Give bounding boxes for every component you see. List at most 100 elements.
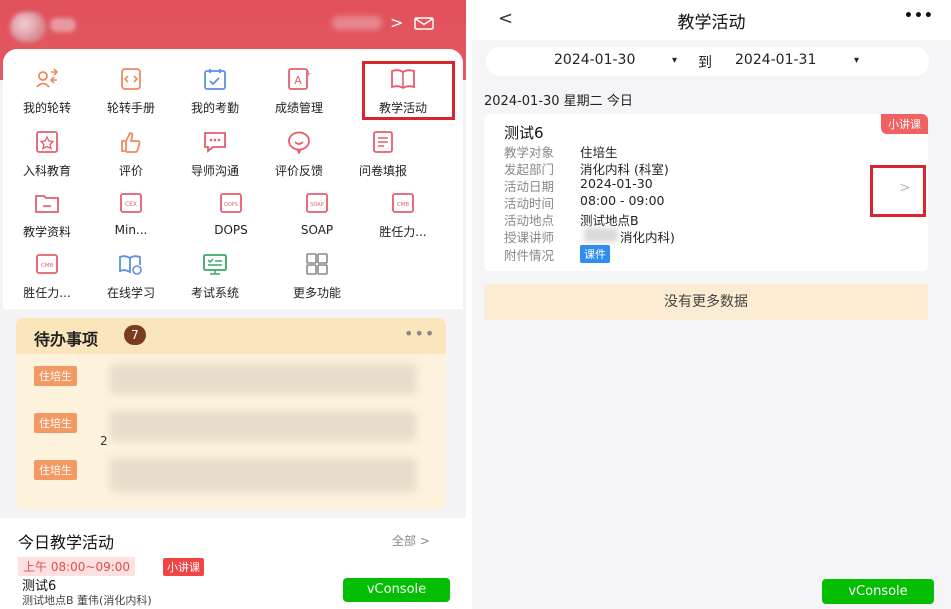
- soap-icon: SOAP: [306, 193, 328, 213]
- menu-label: 教学资料: [22, 225, 71, 239]
- section-title: 今日教学活动: [18, 533, 115, 552]
- chevron-down-icon[interactable]: ▾: [672, 55, 677, 66]
- menu-label: 胜任力...: [23, 286, 71, 300]
- todo-number: 2: [100, 434, 108, 448]
- more-icon[interactable]: •••: [904, 8, 934, 24]
- header-info-blurred: [332, 16, 382, 30]
- view-all-link[interactable]: 全部 >: [392, 532, 430, 549]
- svg-text:CMB: CMB: [41, 263, 54, 269]
- menu-item-mentor-communication[interactable]: 导师沟通: [173, 130, 257, 179]
- menu-item-questionnaire[interactable]: 问卷填报: [341, 130, 425, 179]
- mail-icon[interactable]: [414, 17, 434, 30]
- menu-label: 更多功能: [292, 286, 341, 300]
- day-header: 2024-01-30 星期二 今日: [484, 94, 633, 109]
- menu-label: 在线学习: [106, 286, 155, 300]
- time-tag: 上午 08:00~09:00: [18, 557, 136, 576]
- lecturer-name-blurred: [584, 228, 618, 242]
- more-grid-icon: [306, 253, 328, 275]
- svg-text:DOPS: DOPS: [224, 202, 238, 208]
- dops-icon: DOPS: [220, 193, 242, 213]
- menu-item-teaching-materials[interactable]: 教学资料: [5, 191, 89, 240]
- date-to[interactable]: 2024-01-31: [735, 52, 816, 68]
- activity-location: 测试地点B 董伟(消化内科): [22, 594, 152, 607]
- menu-label: 评价反馈: [274, 164, 323, 178]
- highlight-box: [870, 165, 926, 217]
- highlight-box: [362, 61, 455, 120]
- menu-item-grade-management[interactable]: A + 成绩管理: [257, 67, 341, 116]
- date-from[interactable]: 2024-01-30: [554, 52, 635, 68]
- cex-icon: CEX: [120, 193, 142, 213]
- menu-item-entry-education[interactable]: 入科教育: [5, 130, 89, 179]
- cmb-icon: CMB: [36, 254, 58, 274]
- todo-tag: 住培生: [34, 460, 77, 480]
- home-screen: > 我的轮转 轮转手册 我的考勤 A + 成绩管理 教学活动 入科教育 评价 导师…: [0, 0, 466, 609]
- todo-title: 待办事项: [34, 330, 99, 349]
- lecture-tag: 小讲课: [881, 114, 928, 134]
- svg-text:SOAP: SOAP: [310, 202, 323, 208]
- activity-name: 测试6: [504, 124, 544, 142]
- to-label: 到: [698, 55, 712, 71]
- attachment-tag[interactable]: 课件: [580, 245, 610, 263]
- chevron-down-icon[interactable]: ▾: [854, 55, 859, 66]
- menu-label: DOPS: [214, 223, 248, 237]
- menu-item-soap[interactable]: SOAP SOAP: [275, 191, 359, 237]
- menu-item-dops[interactable]: DOPS DOPS: [189, 191, 273, 237]
- menu-item-rotation-manual[interactable]: 轮转手册: [89, 67, 173, 116]
- menu-label: SOAP: [300, 223, 334, 237]
- thumbs-up-icon: [121, 132, 141, 153]
- menu-item-evaluation[interactable]: 评价: [89, 130, 173, 179]
- lecture-tag: 小讲课: [163, 558, 204, 576]
- menu-item-exam-system[interactable]: 考试系统: [173, 252, 257, 301]
- chat-icon: [204, 132, 226, 153]
- entry-education-icon: [36, 131, 58, 153]
- menu-label: 导师沟通: [190, 164, 239, 178]
- cmb-icon: CMB: [392, 193, 414, 213]
- no-more-data: 没有更多数据: [484, 284, 928, 320]
- grade-icon: A+: [288, 68, 312, 90]
- menu-item-online-learning[interactable]: 在线学习: [89, 252, 173, 301]
- menu-item-competency-2[interactable]: CMB 胜任力...: [5, 252, 89, 301]
- vconsole-button[interactable]: vConsole: [343, 578, 450, 602]
- questionnaire-icon: [373, 131, 393, 153]
- exam-icon: [203, 254, 227, 275]
- menu-label: 轮转手册: [106, 101, 155, 115]
- menu-label: 胜任力...: [379, 225, 427, 239]
- todo-tag: 住培生: [34, 366, 77, 386]
- svg-text:A: A: [294, 74, 302, 87]
- field-value: 08:00 - 09:00: [580, 193, 665, 208]
- rotation-icon: [36, 68, 59, 88]
- menu-label: 入科教育: [22, 164, 71, 178]
- todo-count-badge: 7: [124, 325, 146, 345]
- page-title: 教学活动: [677, 13, 746, 33]
- online-learning-icon: [119, 255, 142, 275]
- todo-item-blurred[interactable]: [110, 458, 416, 492]
- teaching-activity-screen: < 教学活动 ••• 2024-01-30 ▾ 到 2024-01-31 ▾ 2…: [472, 0, 951, 609]
- menu-label: Min...: [114, 223, 148, 237]
- folder-icon: [35, 195, 59, 213]
- todo-tag: 住培生: [34, 413, 77, 433]
- menu-label: 问卷填报: [358, 164, 407, 178]
- todo-item-blurred[interactable]: [110, 364, 416, 394]
- menu-item-my-rotation[interactable]: 我的轮转: [5, 67, 89, 116]
- menu-label: 我的轮转: [22, 101, 71, 115]
- menu-label: 评价: [118, 164, 143, 178]
- attendance-icon: [204, 69, 226, 90]
- field-value: 消化内科): [620, 230, 675, 245]
- menu-item-evaluation-feedback[interactable]: 评价反馈: [257, 130, 341, 179]
- todo-item-blurred[interactable]: [110, 411, 416, 441]
- badge-text: CEX: [125, 201, 137, 208]
- menu-item-competency-1[interactable]: CMB 胜任力...: [361, 191, 445, 240]
- menu-item-mini-cex[interactable]: CEX Min...: [89, 191, 173, 237]
- avatar[interactable]: [10, 12, 46, 42]
- header-chevron-icon[interactable]: >: [390, 13, 403, 32]
- vconsole-button[interactable]: vConsole: [822, 579, 934, 604]
- menu-item-more-functions[interactable]: 更多功能: [275, 252, 359, 301]
- menu-label: 考试系统: [190, 286, 239, 300]
- field-label: 授课讲师: [504, 230, 555, 245]
- date-range-selector: 2024-01-30 ▾ 到 2024-01-31 ▾: [486, 47, 929, 76]
- menu-item-my-attendance[interactable]: 我的考勤: [173, 67, 257, 116]
- user-name-blurred: [50, 18, 76, 32]
- activity-card[interactable]: 小讲课 测试6 教学对象 住培生 发起部门 消化内科 (科室) 活动日期 202…: [484, 114, 928, 271]
- menu-label: 我的考勤: [190, 101, 239, 115]
- more-icon[interactable]: •••: [404, 324, 435, 343]
